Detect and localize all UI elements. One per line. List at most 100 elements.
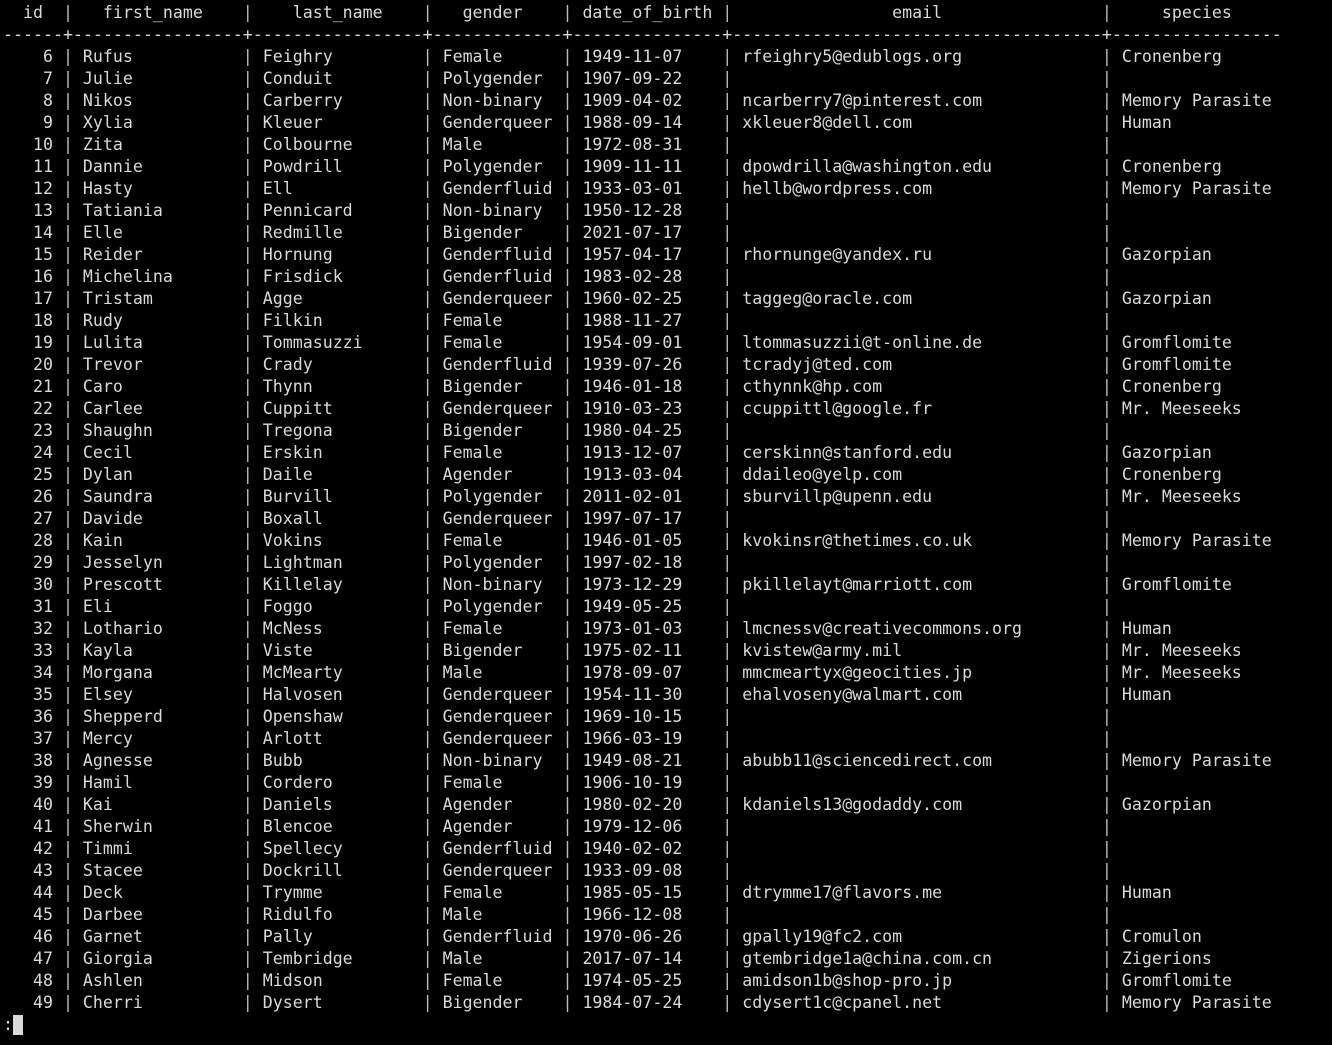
cell-date-of-birth: 1949-08-21 [572, 751, 723, 770]
column-separator: | [1101, 773, 1112, 792]
column-separator: | [1101, 531, 1112, 550]
table-row: 15 | Reider | Hornung | Genderfluid | 19… [3, 244, 1282, 266]
column-separator: | [422, 553, 433, 572]
column-separator: | [1101, 553, 1112, 572]
column-separator: | [62, 619, 73, 638]
table-row: 11 | Dannie | Powdrill | Polygender | 19… [3, 156, 1282, 178]
cell-first-name: Hamil [72, 773, 243, 792]
column-separator: | [242, 509, 253, 528]
column-separator: | [722, 421, 733, 440]
column-separator: | [242, 553, 253, 572]
column-separator: | [1101, 377, 1112, 396]
column-separator: | [1101, 905, 1112, 924]
column-separator: | [422, 47, 433, 66]
column-separator: | [1101, 751, 1112, 770]
cell-first-name: Cecil [72, 443, 243, 462]
cell-gender: Polygender [432, 487, 563, 506]
column-separator: | [242, 355, 253, 374]
cell-last-name: Kleuer [252, 113, 423, 132]
column-separator: | [1101, 157, 1112, 176]
cell-email: kvokinsr@thetimes.co.uk [732, 531, 1102, 550]
cell-id: 30 [3, 575, 63, 594]
cell-id: 21 [3, 377, 63, 396]
cell-gender: Bigender [432, 993, 563, 1012]
column-separator: | [562, 421, 573, 440]
column-separator: | [562, 685, 573, 704]
column-separator: | [1101, 487, 1112, 506]
cell-gender: Male [432, 663, 563, 682]
cell-species [1112, 816, 1282, 838]
cell-species [1112, 706, 1282, 728]
column-separator: | [722, 817, 733, 836]
column-separator: | [562, 135, 573, 154]
column-separator: | [62, 47, 73, 66]
cell-first-name: Zita [72, 135, 243, 154]
cell-first-name: Trevor [72, 355, 243, 374]
cell-email: gpally19@fc2.com [732, 927, 1102, 946]
cell-email: amidson1b@shop-pro.jp [732, 971, 1102, 990]
table-row: 22 | Carlee | Cuppitt | Genderqueer | 19… [3, 398, 1282, 420]
cell-last-name: Ell [252, 179, 423, 198]
cell-date-of-birth: 1954-09-01 [572, 333, 723, 352]
cell-species [1112, 904, 1282, 926]
table-row: 45 | Darbee | Ridulfo | Male | 1966-12-0… [3, 904, 1282, 926]
column-separator: | [62, 685, 73, 704]
column-separator: | [562, 619, 573, 638]
cell-gender: Polygender [432, 553, 563, 572]
column-separator: | [242, 619, 253, 638]
column-separator: | [422, 135, 433, 154]
cell-date-of-birth: 1933-03-01 [572, 179, 723, 198]
cell-first-name: Julie [72, 69, 243, 88]
column-separator: | [562, 157, 573, 176]
column-separator: | [1101, 443, 1112, 462]
cell-gender: Female [432, 883, 563, 902]
cell-species: Memory Parasite [1111, 179, 1282, 198]
column-separator: | [422, 69, 433, 88]
column-separator: | [422, 707, 433, 726]
column-separator: | [1101, 927, 1112, 946]
column-separator: | [722, 377, 733, 396]
cell-email: sburvillp@upenn.edu [732, 487, 1102, 506]
cell-date-of-birth: 1960-02-25 [572, 289, 723, 308]
cell-gender: Female [432, 971, 563, 990]
column-separator: | [1101, 465, 1112, 484]
cell-id: 13 [3, 201, 63, 220]
table-row: 48 | Ashlen | Midson | Female | 1974-05-… [3, 970, 1282, 992]
cell-first-name: Shaughn [72, 421, 243, 440]
column-separator: | [62, 971, 73, 990]
column-separator: | [562, 333, 573, 352]
cell-species: Gromflomite [1111, 333, 1282, 352]
pager-prompt[interactable]: : [3, 1014, 23, 1036]
cell-gender: Female [432, 531, 563, 550]
column-separator: | [242, 685, 253, 704]
cell-email [732, 596, 1102, 618]
cell-first-name: Shepperd [72, 707, 243, 726]
cell-first-name: Xylia [72, 113, 243, 132]
cell-email: mmcmeartyx@geocities.jp [732, 663, 1102, 682]
column-separator: | [562, 223, 573, 242]
cell-id: 43 [3, 861, 63, 880]
column-separator: | [422, 311, 433, 330]
cell-last-name: McMearty [252, 663, 423, 682]
column-separator: | [422, 421, 433, 440]
cell-date-of-birth: 1988-11-27 [572, 311, 723, 330]
column-separator: | [562, 993, 573, 1012]
column-separator: | [242, 47, 253, 66]
column-header-id: id [3, 3, 63, 22]
cell-date-of-birth: 1988-09-14 [572, 113, 723, 132]
column-separator: | [722, 135, 733, 154]
cell-species: Gazorpian [1111, 245, 1282, 264]
table-row: 39 | Hamil | Cordero | Female | 1906-10-… [3, 772, 1282, 794]
cell-date-of-birth: 2021-07-17 [572, 223, 723, 242]
table-row: 8 | Nikos | Carberry | Non-binary | 1909… [3, 90, 1282, 112]
column-separator: | [62, 113, 73, 132]
column-separator: | [1101, 883, 1112, 902]
column-separator: | [422, 223, 433, 242]
cell-first-name: Lothario [72, 619, 243, 638]
table-row: 19 | Lulita | Tommasuzzi | Female | 1954… [3, 332, 1282, 354]
cell-species [1112, 838, 1282, 860]
column-separator: | [722, 553, 733, 572]
cell-gender: Female [432, 773, 563, 792]
cell-id: 18 [3, 311, 63, 330]
cell-species: Cronenberg [1111, 465, 1282, 484]
